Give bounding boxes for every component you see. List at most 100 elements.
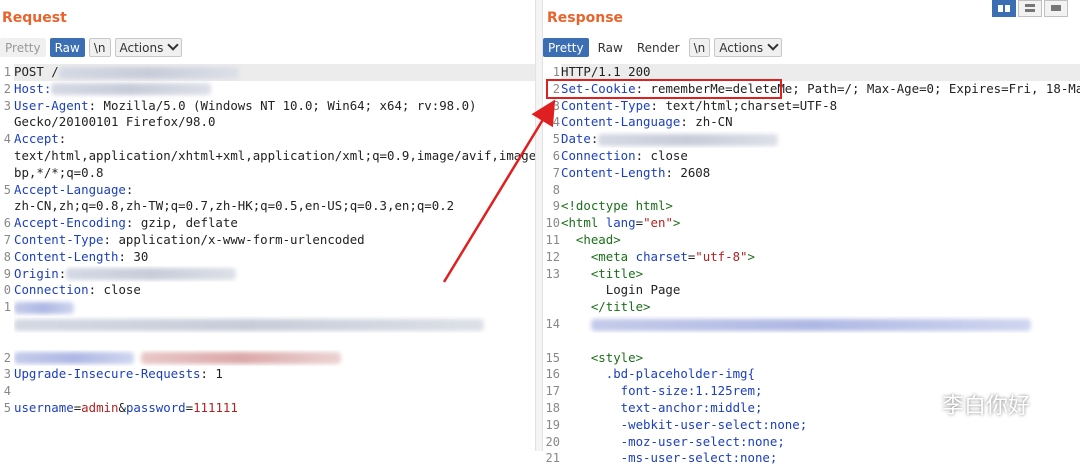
line-number: 0	[3, 283, 11, 298]
watermark-text: 李白你好	[942, 394, 1031, 419]
code-line: bp,*/*;q=0.8	[14, 165, 535, 182]
code-token: : zh-CN	[680, 114, 733, 130]
code-line: Connection: close	[561, 148, 1080, 165]
redacted-text	[14, 352, 134, 365]
code-token: "utf-8"	[695, 248, 748, 264]
code-line: Connection: close	[14, 282, 535, 299]
code-token: Accept	[14, 131, 59, 147]
request-actions-dropdown[interactable]: Actions	[114, 37, 183, 57]
code-token: Connection	[14, 282, 89, 298]
line-number: 6	[3, 216, 11, 231]
chevron-down-icon	[767, 38, 779, 51]
code-line: POST /	[14, 64, 535, 81]
response-render-tab[interactable]: Render	[632, 38, 685, 57]
pane-splitter[interactable]	[535, 0, 543, 451]
line-number: 9	[3, 266, 11, 281]
code-token: .bd-placeholder-img{	[561, 366, 755, 382]
single-pane-icon[interactable]	[1044, 0, 1068, 17]
code-token: :	[58, 131, 67, 147]
code-line: <!doctype html>	[561, 198, 1080, 215]
request-pretty-tab[interactable]: Pretty	[0, 37, 46, 57]
code-line: Origin:	[14, 266, 535, 283]
code-line: User-Agent: Mozilla/5.0 (Windows NT 10.0…	[14, 98, 535, 115]
split-columns-icon[interactable]	[992, 0, 1016, 17]
code-line: <meta charset="utf-8">	[561, 249, 1080, 266]
line-number: 17	[545, 384, 560, 399]
code-token: Origin	[14, 265, 59, 281]
code-line: Content-Type: text/html;charset=UTF-8	[561, 98, 1080, 115]
line-number: 4	[3, 384, 11, 399]
code-line: Date:	[561, 131, 1080, 148]
line-number: 18	[545, 401, 560, 415]
response-toolbar: Pretty Raw Render \n Actions	[543, 37, 783, 57]
code-token: Content-Language	[561, 114, 681, 130]
line-number: 1	[3, 65, 11, 79]
line-number: 15	[545, 350, 560, 365]
code-token: : 1	[200, 366, 223, 382]
code-line: text/html,application/xhtml+xml,applicat…	[14, 148, 535, 165]
code-token: bp,*/*;q=0.8	[14, 164, 104, 180]
redacted-text	[66, 268, 237, 281]
code-token: Accept-Encoding	[14, 215, 126, 231]
code-token: text-anchor:middle;	[561, 400, 763, 415]
line-number: 5	[552, 132, 560, 147]
code-token: <head>	[561, 232, 621, 247]
response-newline-toggle[interactable]: \n	[688, 37, 711, 57]
code-token: Host:	[14, 80, 52, 96]
code-token: Date	[561, 131, 591, 147]
redacted-text	[51, 83, 212, 96]
code-token: Upgrade-Insecure-Requests	[14, 366, 201, 382]
code-line: Accept-Language:	[14, 182, 535, 199]
request-editor[interactable]: 1 POST /2 Host: 3 User-Agent: Mozilla/5.0 (W…	[0, 63, 535, 451]
code-token: =	[635, 215, 644, 231]
response-actions-dropdown[interactable]: Actions	[714, 37, 783, 57]
code-line: Accept:	[14, 131, 535, 148]
line-number: 8	[3, 249, 11, 264]
code-token: :	[590, 131, 599, 147]
code-line: Content-Type: application/x-www-form-url…	[14, 232, 535, 249]
code-token: : text/html;charset=UTF-8	[650, 97, 838, 113]
code-line: <head>	[561, 232, 1080, 249]
line-number: 16	[545, 367, 560, 382]
code-token: zh-CN,zh;q=0.8,zh-TW;q=0.7,zh-HK;q=0.5,e…	[14, 198, 455, 214]
code-token: Accept-Language	[14, 181, 126, 197]
code-token: &	[118, 400, 126, 415]
line-number: 2	[3, 81, 11, 96]
code-token: >	[672, 215, 681, 231]
line-number: 7	[3, 233, 11, 247]
code-token: :	[58, 265, 67, 281]
line-number: 10	[545, 216, 560, 231]
line-number: 8	[552, 182, 560, 197]
line-number: 4	[3, 132, 11, 147]
response-title: Response	[547, 10, 624, 26]
code-line: Content-Length: 30	[14, 249, 535, 266]
code-line	[561, 316, 1080, 333]
set-cookie-highlight-box	[546, 79, 782, 99]
code-line: Login Page	[561, 282, 1080, 299]
code-token: : 30	[118, 248, 149, 264]
code-token: text/html,application/xhtml+xml,applicat…	[14, 148, 535, 163]
response-pretty-tab[interactable]: Pretty	[543, 37, 589, 57]
line-number: 3	[3, 98, 11, 113]
request-raw-tab[interactable]: Raw	[49, 37, 85, 57]
redacted-text	[590, 318, 1031, 331]
code-line: Content-Language: zh-CN	[561, 114, 1080, 131]
code-line: -ms-user-select:none;	[561, 450, 1080, 467]
code-line: </title>	[561, 299, 1080, 316]
code-token: <meta	[561, 248, 636, 264]
line-number: 14	[545, 317, 560, 331]
line-number: 13	[545, 266, 560, 281]
line-number: 3	[552, 98, 560, 113]
code-token: lang	[605, 215, 636, 231]
code-token: "en"	[643, 215, 673, 231]
request-newline-toggle[interactable]: \n	[88, 37, 111, 57]
response-raw-tab[interactable]: Raw	[593, 38, 628, 57]
line-number: 20	[545, 434, 560, 449]
code-token: </title>	[561, 299, 651, 315]
line-number: 19	[545, 417, 560, 432]
redacted-text	[14, 301, 74, 314]
split-rows-icon[interactable]	[1018, 0, 1042, 17]
code-token: : close	[635, 148, 688, 163]
line-number: 5	[3, 401, 11, 415]
